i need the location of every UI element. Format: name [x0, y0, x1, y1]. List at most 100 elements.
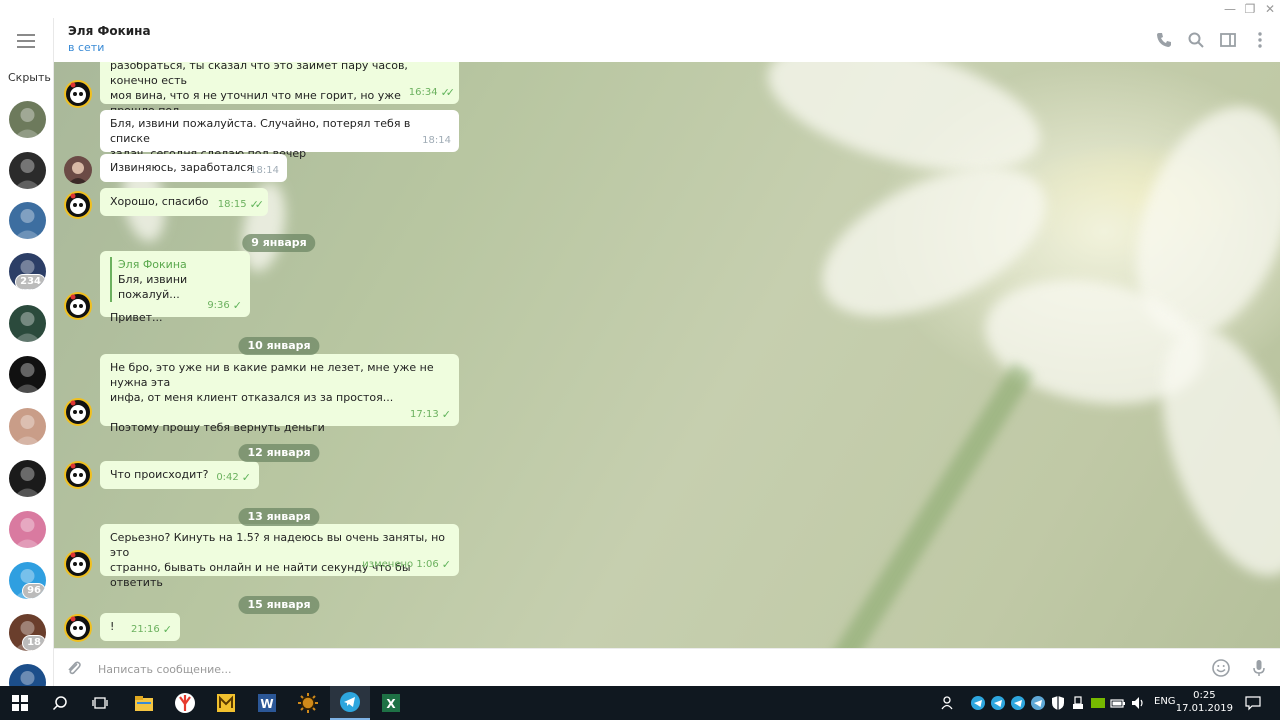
own-avatar[interactable]: [64, 461, 92, 489]
more-options-icon[interactable]: [1250, 30, 1270, 50]
people-icon[interactable]: [940, 695, 956, 711]
paperclip-icon[interactable]: [64, 658, 84, 678]
avatar-chat-6[interactable]: [9, 356, 46, 393]
contact-avatar[interactable]: [64, 156, 92, 184]
peer-status: в сети: [68, 41, 105, 54]
wallpaper-stem: [812, 362, 1035, 648]
message-time: 18:15: [217, 199, 247, 210]
date-separator: 9 января: [242, 234, 316, 252]
message-time: 9:36: [207, 300, 230, 311]
own-avatar[interactable]: [64, 398, 92, 426]
microphone-icon[interactable]: [1249, 658, 1269, 678]
nvidia-icon[interactable]: [1090, 695, 1106, 711]
message-meta: 18:15 ✓✓: [217, 197, 265, 212]
reply-quote[interactable]: Эля Фокина Бля, извини пожалуй...: [110, 257, 240, 302]
message-meta: 16:34 ✓✓: [408, 85, 456, 100]
own-avatar[interactable]: [64, 292, 92, 320]
search-icon[interactable]: [1186, 30, 1206, 50]
own-avatar[interactable]: [64, 550, 92, 578]
hide-sidebar-button[interactable]: Скрыть: [8, 71, 51, 84]
message-bubble[interactable]: Не бро, это уже ни в какие рамки не лезе…: [100, 354, 459, 434]
date-separator: 10 января: [238, 337, 320, 355]
message-time: 0:42: [216, 472, 239, 483]
word-icon[interactable]: W: [253, 686, 281, 720]
message-time: изменено 1:06: [362, 559, 439, 570]
message-time: 17:13: [409, 409, 439, 420]
close-button[interactable]: ✕: [1260, 2, 1280, 16]
windows-taskbar: W X ENG 0:25 17.01.2019: [0, 686, 1280, 720]
own-avatar[interactable]: [64, 80, 92, 108]
excel-icon[interactable]: X: [377, 686, 405, 720]
date-separator: 13 января: [238, 508, 320, 526]
message-time: 18:14: [250, 165, 279, 176]
avatar-chat-9[interactable]: [9, 511, 46, 548]
avatar-chat-4[interactable]: 234: [9, 253, 46, 290]
avatar-chat-11[interactable]: 18: [9, 614, 46, 651]
own-avatar[interactable]: [64, 191, 92, 219]
language-indicator[interactable]: ENG: [1154, 696, 1176, 707]
battery-icon[interactable]: [1110, 695, 1126, 711]
windows-start-icon[interactable]: [8, 686, 32, 720]
avatar-chat-2[interactable]: [9, 152, 46, 189]
telegram-taskbar-icon[interactable]: [330, 686, 370, 720]
message-meta: 18:14: [422, 133, 451, 148]
message-bubble[interactable]: разобраться, ты сказал что это займет па…: [100, 62, 459, 132]
avatar-chat-1[interactable]: [9, 101, 46, 138]
minimize-button[interactable]: —: [1220, 2, 1240, 16]
message-time: 18:14: [422, 135, 451, 146]
avatar-chat-3[interactable]: [9, 202, 46, 239]
sun-app-icon[interactable]: [294, 686, 322, 720]
window-title-bar: — ❐ ✕: [0, 0, 1280, 18]
usb-icon[interactable]: [1070, 695, 1086, 711]
message-bubble[interactable]: Извиняюсь, заработался 18:14: [100, 154, 287, 182]
avatar-chat-12[interactable]: [9, 664, 46, 686]
avatar-chat-7[interactable]: [9, 408, 46, 445]
defender-shield-icon[interactable]: [1050, 695, 1066, 711]
message-composer: [54, 648, 1280, 687]
miranda-app-icon[interactable]: [212, 686, 240, 720]
own-avatar[interactable]: [64, 614, 92, 642]
unread-count-badge: 18: [22, 635, 46, 651]
read-check-icon: ✓✓: [249, 198, 265, 211]
message-bubble[interactable]: Бля, извини пожалуйста. Случайно, потеря…: [100, 110, 459, 160]
message-bubble[interactable]: Что происходит? 0:42 ✓: [100, 461, 259, 489]
clock-date: 17.01.2019: [1175, 703, 1233, 714]
sent-check-icon: ✓: [441, 558, 451, 571]
volume-icon[interactable]: [1130, 695, 1146, 711]
date-separator: 15 января: [238, 596, 320, 614]
phone-icon[interactable]: [1154, 30, 1174, 50]
message-meta: изменено 1:06 ✓: [362, 557, 451, 572]
message-bubble[interactable]: Хорошо, спасибо 18:15 ✓✓: [100, 188, 268, 216]
message-bubble[interactable]: Серьезно? Кинуть на 1.5? я надеюсь вы оч…: [100, 524, 459, 589]
message-bubble[interactable]: ! 21:16 ✓: [100, 613, 180, 641]
telegram-tray-icon[interactable]: [1010, 695, 1026, 711]
message-input[interactable]: [96, 659, 1200, 679]
message-meta: 9:36 ✓: [207, 298, 242, 313]
sent-check-icon: ✓: [241, 471, 251, 484]
chat-history[interactable]: разобраться, ты сказал что это займет па…: [54, 62, 1280, 648]
sent-check-icon: ✓: [232, 299, 242, 312]
message-text: Не бро, это уже ни в какие рамки не лезе…: [110, 361, 434, 434]
message-time: 16:34: [408, 87, 438, 98]
telegram-tray-icon[interactable]: [990, 695, 1006, 711]
search-icon[interactable]: [48, 686, 72, 720]
yandex-browser-icon[interactable]: [171, 686, 199, 720]
menu-icon[interactable]: [17, 34, 35, 48]
notifications-icon[interactable]: [1245, 695, 1261, 711]
file-explorer-icon[interactable]: [130, 686, 158, 720]
task-view-icon[interactable]: [88, 686, 112, 720]
telegram-tray-icon[interactable]: [970, 695, 986, 711]
message-bubble[interactable]: Эля Фокина Бля, извини пожалуй... Привет..…: [100, 251, 250, 324]
sidebar-toggle-icon[interactable]: [1218, 30, 1238, 50]
avatar-chat-8[interactable]: [9, 460, 46, 497]
avatar-chat-5[interactable]: [9, 305, 46, 342]
telegram-tray-icon[interactable]: [1030, 695, 1046, 711]
date-separator: 12 января: [238, 444, 320, 462]
avatar-chat-10[interactable]: 96: [9, 562, 46, 599]
emoji-icon[interactable]: [1211, 658, 1231, 678]
clock[interactable]: 0:25 17.01.2019: [1176, 689, 1233, 715]
restore-button[interactable]: ❐: [1240, 2, 1260, 16]
chat-header: Эля Фокина в сети: [54, 18, 1280, 63]
peer-name[interactable]: Эля Фокина: [68, 24, 151, 38]
read-check-icon: ✓✓: [440, 86, 456, 99]
